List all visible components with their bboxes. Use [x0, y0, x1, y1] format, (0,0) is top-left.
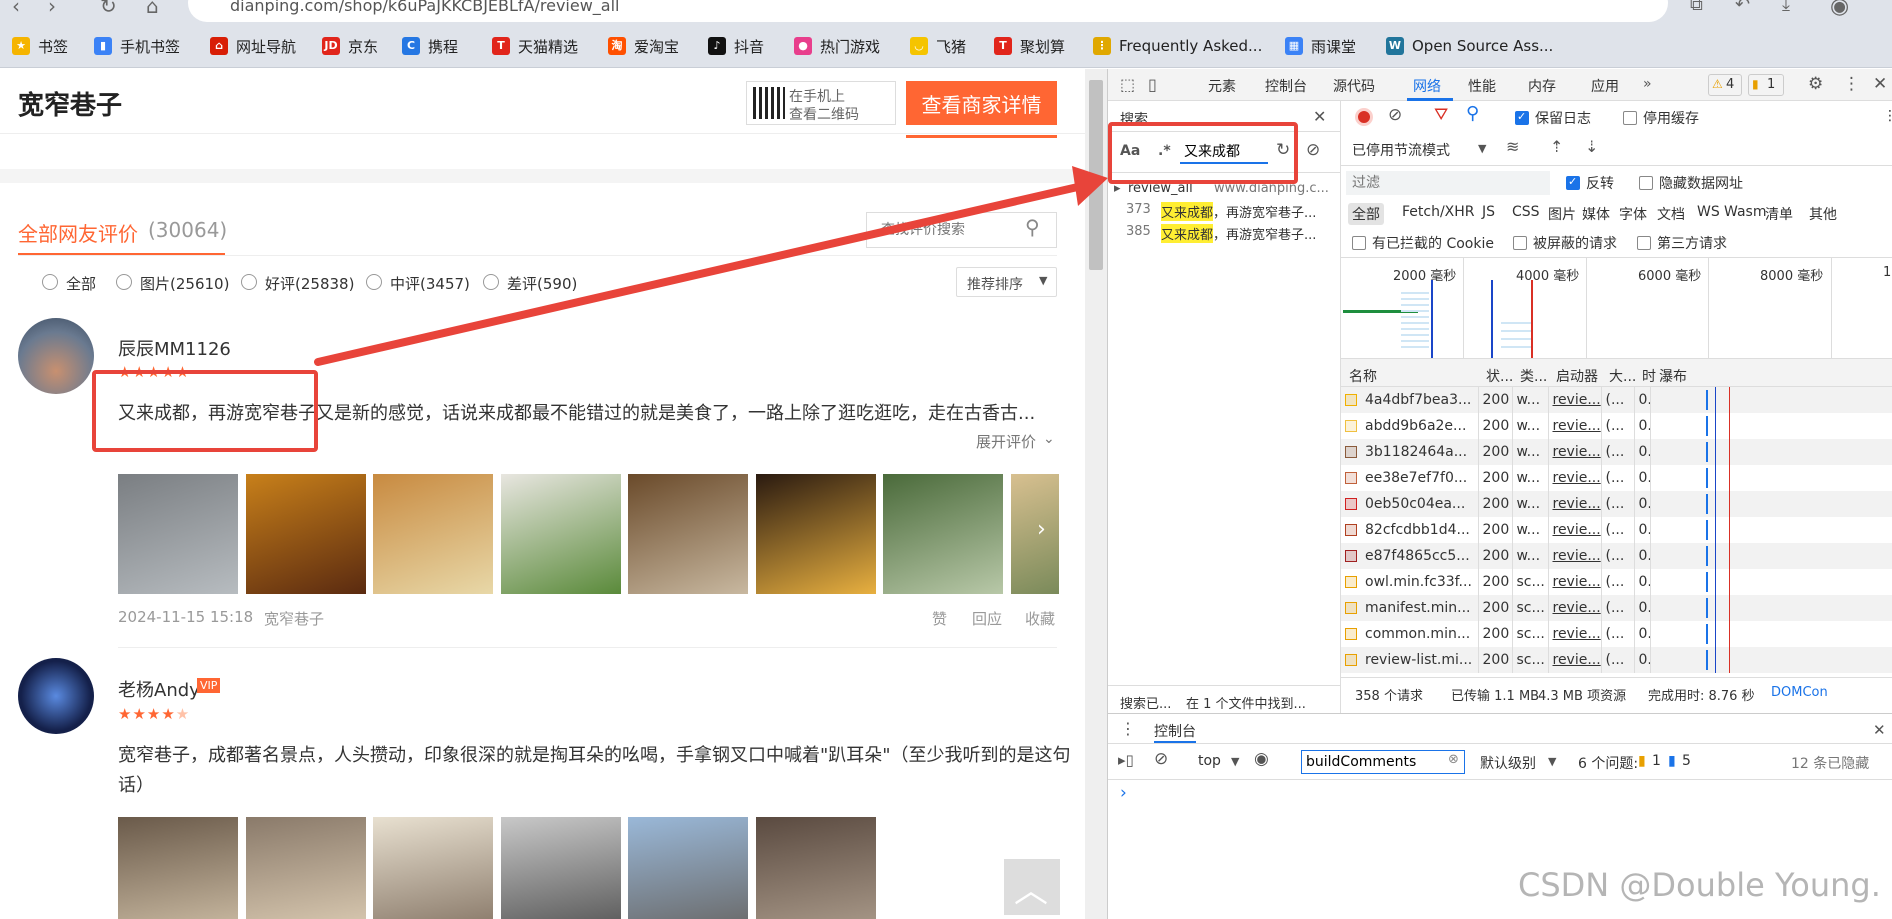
annotation-arrow [314, 166, 1108, 366]
watermark: CSDN @Double Young. [1518, 866, 1881, 904]
